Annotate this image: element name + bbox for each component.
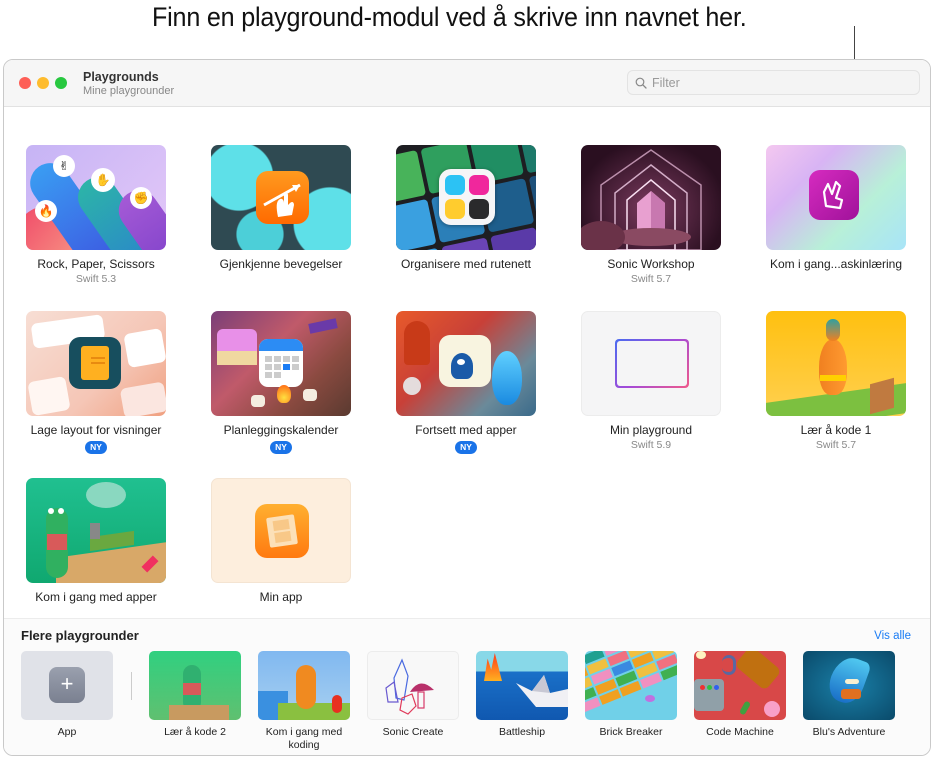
thumbnail <box>211 478 351 583</box>
item-title: Kom i gang med koding <box>265 726 343 751</box>
thumbnail <box>211 145 351 250</box>
playground-card-kom-i-gang-med-apper[interactable]: Kom i gang med apper <box>16 478 176 604</box>
new-badge: NY <box>455 441 477 454</box>
thumbnail: + <box>21 651 113 720</box>
item-title: Battleship <box>498 726 546 738</box>
card-title: Kom i gang med apper <box>35 590 157 604</box>
my-playgrounds-grid: 🔥 ✌ ✋ ✊ Rock, Paper, Scissors Swift 5.3 … <box>4 108 930 618</box>
ml-app-icon <box>809 170 859 220</box>
template-battleship[interactable]: Battleship <box>476 651 568 739</box>
peacock-app-icon <box>439 335 491 387</box>
playground-card-lage-layout[interactable]: Lage layout for visninger NY <box>16 311 176 455</box>
raised-hand-icon: ✋ <box>91 168 115 192</box>
template-code-machine[interactable]: Code Machine <box>694 651 786 739</box>
thumbnail <box>581 145 721 250</box>
thumbnail <box>581 311 721 416</box>
fire-icon: 🔥 <box>35 200 57 222</box>
playground-card-gjenkjenne-bevegelser[interactable]: Gjenkjenne bevegelser <box>201 145 361 271</box>
template-brick-breaker[interactable]: Brick Breaker <box>585 651 677 739</box>
card-title: Planleggingskalender <box>223 423 339 437</box>
card-version: Swift 5.9 <box>630 439 672 451</box>
thumbnail <box>367 651 459 720</box>
new-badge: NY <box>270 441 292 454</box>
thumbnail <box>258 651 350 720</box>
victory-hand-icon: ✌ <box>53 155 75 177</box>
thumbnail <box>211 311 351 416</box>
template-sonic-create[interactable]: Sonic Create <box>367 651 459 739</box>
card-title: Lær å kode 1 <box>800 423 872 437</box>
thumbnail <box>396 145 536 250</box>
plus-icon: + <box>49 667 85 703</box>
card-title: Fortsett med apper <box>415 423 517 437</box>
item-title: Lær å kode 2 <box>164 726 226 738</box>
zoom-button[interactable] <box>55 77 67 89</box>
thumbnail <box>149 651 241 720</box>
template-laer-a-kode-2[interactable]: Lær å kode 2 <box>149 651 241 739</box>
thumbnail <box>396 311 536 416</box>
card-title: Lage layout for visninger <box>30 423 162 437</box>
playground-card-min-app[interactable]: Min app <box>201 478 361 604</box>
card-title: Sonic Workshop <box>607 257 695 271</box>
thumbnail <box>766 311 906 416</box>
droplet-character <box>492 351 522 405</box>
callout: Finn en playground-modul ved å skrive in… <box>0 0 934 70</box>
callout-text: Finn en playground-modul ved å skrive in… <box>152 2 747 32</box>
playground-card-kom-i-gang-maskinlaering[interactable]: Kom i gang...askinlæring <box>756 145 916 271</box>
playground-card-laer-a-kode-1[interactable]: Lær å kode 1 Swift 5.7 <box>756 311 916 451</box>
item-title: Code Machine <box>706 726 774 738</box>
playground-card-fortsett-med-apper[interactable]: Fortsett med apper NY <box>386 311 546 455</box>
grid-app-icon <box>439 169 495 225</box>
playgrounds-window: Playgrounds Mine playgrounder 🔥 ✌ ✋ ✊ Ro… <box>3 59 931 756</box>
thumbnail <box>766 145 906 250</box>
thumbnail <box>26 478 166 583</box>
gesture-app-icon <box>256 171 309 224</box>
thumbnail <box>694 651 786 720</box>
card-title: Kom i gang...askinlæring <box>769 257 903 271</box>
filter-input[interactable] <box>652 73 912 93</box>
new-badge: NY <box>85 441 107 454</box>
item-title: Brick Breaker <box>599 726 663 738</box>
card-version: Swift 5.7 <box>815 439 857 451</box>
titlebar: Playgrounds Mine playgrounder <box>4 60 930 107</box>
playground-card-organisere-med-rutenett[interactable]: Organisere med rutenett <box>386 145 546 271</box>
notebook-app-icon <box>69 337 121 389</box>
card-title: Gjenkjenne bevegelser <box>219 257 343 271</box>
playground-card-sonic-workshop[interactable]: Sonic Workshop Swift 5.7 <box>571 145 731 285</box>
thumbnail <box>26 311 166 416</box>
fist-icon: ✊ <box>130 187 152 209</box>
thumbnail: 🔥 ✌ ✋ ✊ <box>26 145 166 250</box>
item-title: Sonic Create <box>382 726 444 738</box>
window-title: Playgrounds <box>83 70 159 84</box>
card-version: Swift 5.3 <box>75 273 117 285</box>
card-title: Min app <box>259 590 303 604</box>
more-playgrounds-section: Flere playgrounder Vis alle + App Lær å … <box>4 618 930 755</box>
playground-card-min-playground[interactable]: Min playground Swift 5.9 <box>571 311 731 451</box>
divider <box>131 672 132 700</box>
film-app-icon <box>255 504 309 558</box>
item-title: Blu's Adventure <box>812 726 886 738</box>
card-title: Rock, Paper, Scissors <box>37 257 155 271</box>
search-icon <box>635 77 647 89</box>
minimize-button[interactable] <box>37 77 49 89</box>
template-app[interactable]: + App <box>21 651 113 739</box>
thumbnail <box>585 651 677 720</box>
close-button[interactable] <box>19 77 31 89</box>
section-title: Flere playgrounder <box>21 628 139 643</box>
template-blus-adventure[interactable]: Blu's Adventure <box>803 651 895 739</box>
see-all-link[interactable]: Vis alle <box>874 630 911 642</box>
window-subtitle: Mine playgrounder <box>83 85 175 97</box>
calendar-app-icon <box>259 339 303 387</box>
card-title: Organisere med rutenett <box>400 257 532 271</box>
thumbnail <box>476 651 568 720</box>
playground-card-rock-paper-scissors[interactable]: 🔥 ✌ ✋ ✊ Rock, Paper, Scissors Swift 5.3 <box>16 145 176 285</box>
card-title: Min playground <box>609 423 693 437</box>
playground-card-planleggingskalender[interactable]: Planleggingskalender NY <box>201 311 361 455</box>
thumbnail <box>803 651 895 720</box>
template-kom-i-gang-med-koding[interactable]: Kom i gang med koding <box>258 651 350 752</box>
filter-field[interactable] <box>627 70 920 95</box>
card-version: Swift 5.7 <box>630 273 672 285</box>
item-title: App <box>57 726 77 738</box>
